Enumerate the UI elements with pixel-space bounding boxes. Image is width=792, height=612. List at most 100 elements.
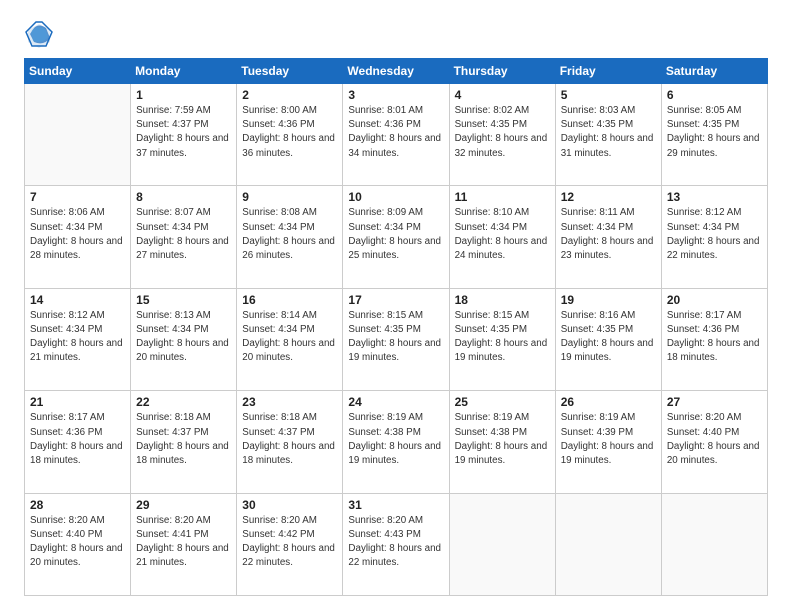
calendar-cell: 29 Sunrise: 8:20 AMSunset: 4:41 PMDayligh…	[131, 493, 237, 595]
day-number: 7	[30, 190, 125, 204]
day-info: Sunrise: 8:13 AMSunset: 4:34 PMDaylight:…	[136, 309, 231, 366]
calendar-cell: 14Sunrise: 8:12 AMSunset: 4:34 PMDayligh…	[25, 288, 131, 390]
day-number: 25	[455, 395, 550, 409]
calendar-cell: 21Sunrise: 8:17 AMSunset: 4:36 PMDayligh…	[25, 391, 131, 493]
day-info: Sunrise: 8:19 AMSunset: 4:38 PMDaylight:…	[348, 411, 443, 468]
calendar-cell: 30 Sunrise: 8:20 AMSunset: 4:42 PMDayligh…	[237, 493, 343, 595]
day-info: Sunrise: 8:00 AMSunset: 4:36 PMDaylight:…	[242, 104, 337, 161]
calendar-cell: 4 Sunrise: 8:02 AMSunset: 4:35 PMDaylight…	[449, 84, 555, 186]
day-number: 27	[667, 395, 762, 409]
day-number: 28	[30, 498, 125, 512]
calendar-cell: 13Sunrise: 8:12 AMSunset: 4:34 PMDayligh…	[661, 186, 767, 288]
day-number: 26	[561, 395, 656, 409]
week-row-4: 21Sunrise: 8:17 AMSunset: 4:36 PMDayligh…	[25, 391, 768, 493]
calendar-cell: 6 Sunrise: 8:05 AMSunset: 4:35 PMDaylight…	[661, 84, 767, 186]
day-number: 31	[348, 498, 443, 512]
day-info: Sunrise: 8:20 AMSunset: 4:42 PMDaylight:…	[242, 514, 337, 571]
calendar-cell	[449, 493, 555, 595]
day-info: Sunrise: 8:12 AMSunset: 4:34 PMDaylight:…	[30, 309, 125, 366]
day-header-monday: Monday	[131, 59, 237, 84]
day-info: Sunrise: 8:06 AMSunset: 4:34 PMDaylight:…	[30, 206, 125, 263]
calendar-cell: 9 Sunrise: 8:08 AMSunset: 4:34 PMDaylight…	[237, 186, 343, 288]
calendar-cell	[25, 84, 131, 186]
day-info: Sunrise: 8:02 AMSunset: 4:35 PMDaylight:…	[455, 104, 550, 161]
day-info: Sunrise: 8:20 AMSunset: 4:40 PMDaylight:…	[30, 514, 125, 571]
calendar-cell	[555, 493, 661, 595]
day-info: Sunrise: 8:18 AMSunset: 4:37 PMDaylight:…	[242, 411, 337, 468]
day-number: 9	[242, 190, 337, 204]
calendar-cell: 22Sunrise: 8:18 AMSunset: 4:37 PMDayligh…	[131, 391, 237, 493]
calendar-cell: 27 Sunrise: 8:20 AMSunset: 4:40 PMDayligh…	[661, 391, 767, 493]
day-info: Sunrise: 8:20 AMSunset: 4:41 PMDaylight:…	[136, 514, 231, 571]
day-info: Sunrise: 8:20 AMSunset: 4:40 PMDaylight:…	[667, 411, 762, 468]
day-number: 13	[667, 190, 762, 204]
day-info: Sunrise: 8:03 AMSunset: 4:35 PMDaylight:…	[561, 104, 656, 161]
calendar-cell: 19Sunrise: 8:16 AMSunset: 4:35 PMDayligh…	[555, 288, 661, 390]
day-info: Sunrise: 8:15 AMSunset: 4:35 PMDaylight:…	[348, 309, 443, 366]
day-info: Sunrise: 7:59 AMSunset: 4:37 PMDaylight:…	[136, 104, 231, 161]
day-number: 29	[136, 498, 231, 512]
day-number: 4	[455, 88, 550, 102]
calendar-cell	[661, 493, 767, 595]
day-number: 16	[242, 293, 337, 307]
day-header-saturday: Saturday	[661, 59, 767, 84]
calendar-cell: 17 Sunrise: 8:15 AMSunset: 4:35 PMDayligh…	[343, 288, 449, 390]
calendar-cell: 20Sunrise: 8:17 AMSunset: 4:36 PMDayligh…	[661, 288, 767, 390]
day-header-thursday: Thursday	[449, 59, 555, 84]
day-number: 24	[348, 395, 443, 409]
day-number: 5	[561, 88, 656, 102]
week-row-5: 28 Sunrise: 8:20 AMSunset: 4:40 PMDayligh…	[25, 493, 768, 595]
calendar-cell: 15 Sunrise: 8:13 AMSunset: 4:34 PMDayligh…	[131, 288, 237, 390]
day-number: 11	[455, 190, 550, 204]
day-number: 15	[136, 293, 231, 307]
day-header-sunday: Sunday	[25, 59, 131, 84]
day-info: Sunrise: 8:17 AMSunset: 4:36 PMDaylight:…	[30, 411, 125, 468]
calendar-cell: 5 Sunrise: 8:03 AMSunset: 4:35 PMDaylight…	[555, 84, 661, 186]
day-number: 8	[136, 190, 231, 204]
day-number: 1	[136, 88, 231, 102]
calendar-cell: 10 Sunrise: 8:09 AMSunset: 4:34 PMDayligh…	[343, 186, 449, 288]
calendar-cell: 25 Sunrise: 8:19 AMSunset: 4:38 PMDayligh…	[449, 391, 555, 493]
day-number: 30	[242, 498, 337, 512]
day-number: 6	[667, 88, 762, 102]
day-number: 3	[348, 88, 443, 102]
day-number: 2	[242, 88, 337, 102]
calendar-cell: 8 Sunrise: 8:07 AMSunset: 4:34 PMDaylight…	[131, 186, 237, 288]
day-number: 19	[561, 293, 656, 307]
day-info: Sunrise: 8:08 AMSunset: 4:34 PMDaylight:…	[242, 206, 337, 263]
day-number: 18	[455, 293, 550, 307]
day-number: 23	[242, 395, 337, 409]
calendar-page: SundayMondayTuesdayWednesdayThursdayFrid…	[0, 0, 792, 612]
calendar-cell: 26 Sunrise: 8:19 AMSunset: 4:39 PMDayligh…	[555, 391, 661, 493]
day-info: Sunrise: 8:11 AMSunset: 4:34 PMDaylight:…	[561, 206, 656, 263]
logo-icon	[24, 20, 54, 50]
logo	[24, 20, 60, 50]
day-info: Sunrise: 8:17 AMSunset: 4:36 PMDaylight:…	[667, 309, 762, 366]
day-header-friday: Friday	[555, 59, 661, 84]
calendar-cell: 31 Sunrise: 8:20 AMSunset: 4:43 PMDayligh…	[343, 493, 449, 595]
day-number: 10	[348, 190, 443, 204]
day-info: Sunrise: 8:05 AMSunset: 4:35 PMDaylight:…	[667, 104, 762, 161]
day-number: 17	[348, 293, 443, 307]
calendar-cell: 24 Sunrise: 8:19 AMSunset: 4:38 PMDayligh…	[343, 391, 449, 493]
day-info: Sunrise: 8:14 AMSunset: 4:34 PMDaylight:…	[242, 309, 337, 366]
day-info: Sunrise: 8:19 AMSunset: 4:39 PMDaylight:…	[561, 411, 656, 468]
day-info: Sunrise: 8:20 AMSunset: 4:43 PMDaylight:…	[348, 514, 443, 571]
day-info: Sunrise: 8:10 AMSunset: 4:34 PMDaylight:…	[455, 206, 550, 263]
calendar-cell: 23 Sunrise: 8:18 AMSunset: 4:37 PMDayligh…	[237, 391, 343, 493]
day-info: Sunrise: 8:19 AMSunset: 4:38 PMDaylight:…	[455, 411, 550, 468]
day-info: Sunrise: 8:01 AMSunset: 4:36 PMDaylight:…	[348, 104, 443, 161]
week-row-2: 7 Sunrise: 8:06 AMSunset: 4:34 PMDaylight…	[25, 186, 768, 288]
calendar-cell: 7 Sunrise: 8:06 AMSunset: 4:34 PMDaylight…	[25, 186, 131, 288]
calendar-cell: 2 Sunrise: 8:00 AMSunset: 4:36 PMDaylight…	[237, 84, 343, 186]
week-row-1: 1 Sunrise: 7:59 AMSunset: 4:37 PMDaylight…	[25, 84, 768, 186]
calendar-cell: 1 Sunrise: 7:59 AMSunset: 4:37 PMDaylight…	[131, 84, 237, 186]
calendar-cell: 16 Sunrise: 8:14 AMSunset: 4:34 PMDayligh…	[237, 288, 343, 390]
calendar-cell: 3 Sunrise: 8:01 AMSunset: 4:36 PMDaylight…	[343, 84, 449, 186]
calendar-cell: 11 Sunrise: 8:10 AMSunset: 4:34 PMDayligh…	[449, 186, 555, 288]
calendar-cell: 18 Sunrise: 8:15 AMSunset: 4:35 PMDayligh…	[449, 288, 555, 390]
day-info: Sunrise: 8:09 AMSunset: 4:34 PMDaylight:…	[348, 206, 443, 263]
day-info: Sunrise: 8:15 AMSunset: 4:35 PMDaylight:…	[455, 309, 550, 366]
day-number: 22	[136, 395, 231, 409]
day-info: Sunrise: 8:07 AMSunset: 4:34 PMDaylight:…	[136, 206, 231, 263]
